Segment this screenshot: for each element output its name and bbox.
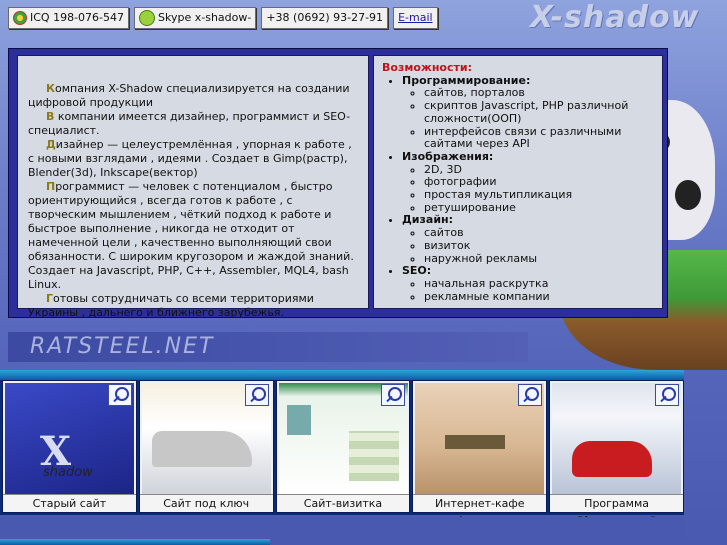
portfolio-card[interactable]: X shadow Старый сайт [2, 380, 137, 513]
gallery-top-bar [0, 370, 684, 380]
portfolio-caption: Старый сайт [3, 494, 136, 512]
portrait-image [286, 405, 311, 435]
feature-item: начальная раскрутка [424, 277, 656, 291]
contact-bar: ICQ 198-076-547 Skype x-shadow- +38 (069… [8, 7, 438, 29]
main-panel: Компания X-Shadow специализируется на со… [8, 48, 668, 319]
thumb-logo-subtext: shadow [43, 465, 93, 480]
features-list: Программирование: сайтов, порталов скрип… [382, 73, 656, 304]
icq-contact[interactable]: ICQ 198-076-547 [8, 7, 130, 29]
feature-section: SEO: [402, 264, 432, 278]
about-paragraph: Готовы сотрудничать со всеми территориям… [28, 292, 314, 319]
about-paragraph: В компании имеется дизайнер, программист… [28, 110, 351, 137]
feature-item: рекламные компании [424, 290, 656, 304]
icq-icon [13, 11, 27, 25]
feature-item: визиток [424, 239, 656, 253]
email-link[interactable]: E-mail [393, 7, 438, 29]
feature-section: Программирование: [402, 73, 531, 87]
phone-contact: +38 (0692) 93-27-91 [261, 7, 389, 29]
map-image [348, 431, 399, 481]
portfolio-gallery: X shadow Старый сайт Сайт под ключ Сайт-… [0, 380, 684, 527]
features-column: Возможности: Программирование: сайтов, п… [373, 55, 663, 309]
car-image [151, 431, 252, 467]
skype-icon [139, 10, 156, 26]
red-car-image [572, 441, 653, 477]
about-paragraph: Компания X-Shadow специализируется на со… [28, 82, 350, 109]
portfolio-card[interactable]: Интернет-кафе beeonx [412, 380, 548, 527]
zoom-icon[interactable] [107, 384, 132, 406]
feature-item: простая мультипликация [424, 188, 656, 202]
feature-item: ретуширование [424, 201, 656, 215]
portfolio-caption: Сайт-визитка [276, 494, 410, 512]
feature-section: Изображения: [402, 149, 494, 163]
cow-spot [675, 180, 701, 210]
phone-text: +38 (0692) 93-27-91 [266, 11, 384, 24]
about-paragraph: Программист — человек с потенциалом , бы… [28, 180, 354, 291]
feature-section: Дизайн: [402, 213, 454, 227]
storefront-image [445, 435, 506, 449]
portfolio-card[interactable]: Программа "Автопрокат" [549, 380, 684, 527]
footer-strip [0, 517, 684, 545]
ratsteel-banner[interactable]: RATSTEEL.NET [8, 332, 528, 362]
zoom-icon[interactable] [518, 384, 543, 406]
portfolio-card[interactable]: Сайт под ключ [138, 380, 274, 513]
portfolio-card[interactable]: Сайт-визитка [275, 380, 411, 513]
feature-item: скриптов Javascript, PHP различной сложн… [424, 99, 656, 125]
email-text: E-mail [398, 11, 433, 24]
skype-text: Skype x-shadow- [158, 11, 252, 24]
portfolio-caption: Программа "Автопрокат" [550, 494, 683, 527]
feature-item: наружной рекламы [424, 252, 656, 266]
portfolio-caption: Интернет-кафе beeonx [413, 494, 547, 527]
feature-item: интерфейсов связи с различными сайтами ч… [424, 125, 656, 151]
footer-bar [0, 539, 270, 545]
zoom-icon[interactable] [244, 384, 269, 406]
zoom-icon[interactable] [654, 384, 679, 406]
feature-item: сайтов [424, 226, 656, 240]
zoom-icon[interactable] [381, 384, 406, 406]
icq-text: ICQ 198-076-547 [30, 11, 125, 24]
site-logo: X-shadow [530, 0, 700, 35]
about-column: Компания X-Shadow специализируется на со… [17, 55, 369, 319]
skype-contact[interactable]: Skype x-shadow- [134, 7, 257, 29]
portfolio-caption: Сайт под ключ [139, 494, 273, 512]
about-paragraph: Дизайнер — целеустремлённая , упорная к … [28, 138, 352, 179]
